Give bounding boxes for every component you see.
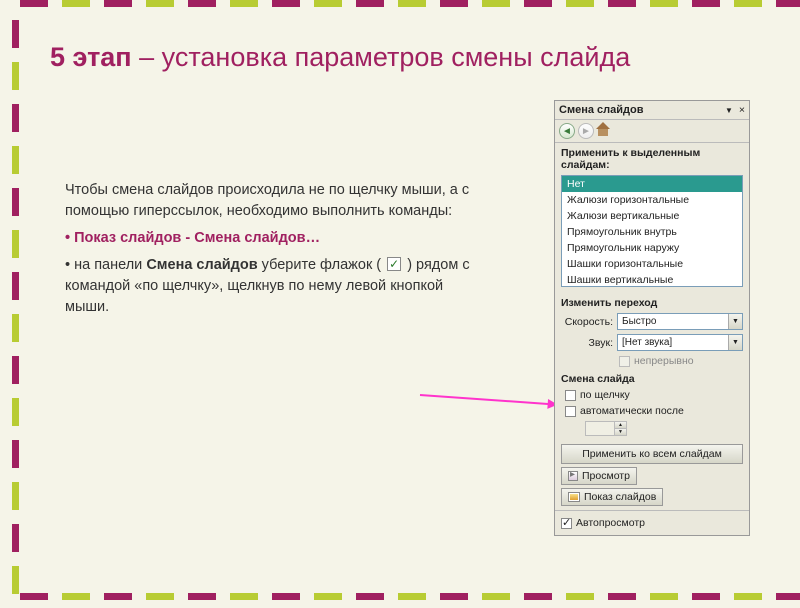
sound-row: Звук: [Нет звука] ▼ xyxy=(555,332,749,353)
spin-down-icon[interactable]: ▼ xyxy=(615,429,626,435)
title-stage: 5 этап xyxy=(50,42,132,72)
pane-header: Смена слайдов ▼ × xyxy=(555,101,749,120)
para2-bold: Смена слайдов xyxy=(146,257,257,273)
autoafter-checkbox[interactable] xyxy=(565,406,576,417)
preview-label: Просмотр xyxy=(582,470,630,482)
bottom-border xyxy=(20,593,800,600)
left-border xyxy=(12,20,19,608)
para2-a: • на панели xyxy=(65,257,146,273)
list-item[interactable]: Прямоугольник наружу xyxy=(562,240,742,256)
nav-forward-icon[interactable]: ► xyxy=(578,123,594,139)
pane-title: Смена слайдов xyxy=(559,104,725,116)
onclick-checkbox[interactable] xyxy=(565,390,576,401)
onclick-row: по щелчку xyxy=(555,387,749,403)
autopreview-label: Автопросмотр xyxy=(576,517,645,529)
list-item[interactable]: Жалюзи вертикальные xyxy=(562,208,742,224)
slideshow-label: Показ слайдов xyxy=(584,491,656,503)
pane-menu-icon[interactable]: ▼ xyxy=(725,106,733,115)
list-item[interactable]: Шашки вертикальные xyxy=(562,272,742,287)
page-title: 5 этап – установка параметров смены слай… xyxy=(50,42,750,73)
list-item[interactable]: Шашки горизонтальные xyxy=(562,256,742,272)
onclick-label: по щелчку xyxy=(580,389,630,401)
sound-value: [Нет звука] xyxy=(618,337,728,348)
loop-label: непрерывно xyxy=(634,355,694,367)
apply-all-button[interactable]: Применить ко всем слайдам xyxy=(561,444,743,464)
section-apply: Применить к выделенным слайдам: xyxy=(555,143,749,173)
autoafter-label: автоматически после xyxy=(580,405,684,417)
nav-back-icon[interactable]: ◄ xyxy=(559,123,575,139)
list-item[interactable]: Прямоугольник внутрь xyxy=(562,224,742,240)
pane-nav: ◄ ► xyxy=(555,120,749,143)
speed-row: Скорость: Быстро ▼ xyxy=(555,311,749,332)
title-rest: – установка параметров смены слайда xyxy=(132,42,631,72)
bullet-command: • Показ слайдов - Смена слайдов… xyxy=(65,230,320,246)
sound-label: Звук: xyxy=(561,337,613,349)
chevron-down-icon[interactable]: ▼ xyxy=(728,335,742,350)
sound-combo[interactable]: [Нет звука] ▼ xyxy=(617,334,743,351)
top-border xyxy=(20,0,800,7)
para2-b: уберите флажок ( xyxy=(258,257,386,273)
spin-up-icon[interactable]: ▲ xyxy=(615,422,626,429)
speed-combo[interactable]: Быстро ▼ xyxy=(617,313,743,330)
slide-transition-pane: Смена слайдов ▼ × ◄ ► Применить к выделе… xyxy=(554,100,750,536)
body-content: Чтобы смена слайдов происходила не по ще… xyxy=(65,180,475,324)
close-icon[interactable]: × xyxy=(739,104,745,116)
time-row: ▲▼ xyxy=(555,419,749,438)
loop-row: непрерывно xyxy=(555,353,749,369)
list-item[interactable]: Жалюзи горизонтальные xyxy=(562,192,742,208)
para-intro: Чтобы смена слайдов происходила не по ще… xyxy=(65,180,475,222)
autoafter-row: автоматически после xyxy=(555,403,749,419)
transition-listbox[interactable]: Нет Жалюзи горизонтальные Жалюзи вертика… xyxy=(561,175,743,287)
slideshow-icon xyxy=(568,492,580,502)
slideshow-button[interactable]: Показ слайдов xyxy=(561,488,663,506)
chevron-down-icon[interactable]: ▼ xyxy=(728,314,742,329)
autopreview-checkbox[interactable] xyxy=(561,518,572,529)
autopreview-row: Автопросмотр xyxy=(555,510,749,535)
speed-value: Быстро xyxy=(618,316,728,327)
pointer-arrow xyxy=(420,394,550,405)
speed-label: Скорость: xyxy=(561,316,613,328)
section-advance: Смена слайда xyxy=(555,369,749,387)
inline-checkbox-icon xyxy=(387,257,401,271)
section-modify: Изменить переход xyxy=(555,293,749,311)
loop-checkbox xyxy=(619,356,630,367)
play-icon xyxy=(568,471,578,481)
nav-home-icon[interactable] xyxy=(597,124,611,138)
time-stepper[interactable]: ▲▼ xyxy=(585,421,627,436)
preview-button[interactable]: Просмотр xyxy=(561,467,637,485)
list-item[interactable]: Нет xyxy=(562,176,742,192)
